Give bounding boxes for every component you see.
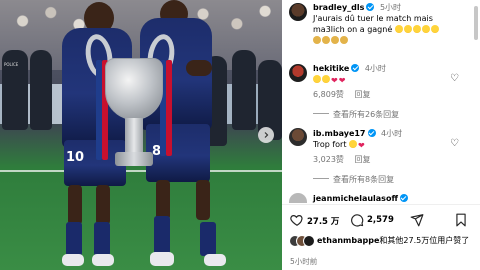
caption-header: bradley_dls 5小时 — [313, 3, 401, 13]
comment-username[interactable]: jeanmichelaulasoff — [313, 194, 398, 203]
laugh-emoji-icon — [412, 25, 421, 33]
player-right-shorts: 8 — [146, 124, 210, 182]
pitch-line — [0, 170, 282, 172]
view-replies-label: 查看所有26条回复 — [333, 110, 400, 119]
liked-by-text: ethanmbappe和其他27.5万位用户赞了 — [317, 236, 469, 246]
reply-button[interactable]: 回复 — [354, 90, 370, 99]
author-avatar[interactable] — [289, 3, 307, 21]
comment-1-meta: 6,809赞 回复 — [313, 90, 370, 100]
comment-count[interactable]: 2,579 — [367, 215, 394, 225]
scrollbar-thumb[interactable] — [474, 6, 478, 40]
laugh-emoji-icon — [313, 75, 321, 83]
player-shoe — [150, 252, 174, 266]
heart-emoji-icon: ❤ — [358, 141, 365, 150]
like-heart-icon[interactable] — [290, 213, 304, 227]
police-officer — [30, 50, 52, 130]
heart-emoji-icon: ❤ — [331, 76, 338, 85]
liked-by-rest: 和其他27.5万位用户赞了 — [379, 236, 470, 245]
comment-2-body: Trop fort ❤ — [313, 140, 366, 150]
player-shoe — [204, 254, 226, 266]
verified-icon — [367, 129, 376, 137]
like-count[interactable]: 27.5 万 — [307, 215, 339, 227]
emoji-icon — [313, 36, 321, 44]
player-leg — [68, 185, 82, 225]
comment-text: Trop fort — [313, 140, 347, 149]
comment-icon[interactable] — [350, 213, 364, 227]
comment-time: 4小时 — [381, 129, 403, 138]
comment-avatar[interactable] — [289, 64, 307, 82]
laugh-emoji-icon — [394, 25, 403, 33]
laugh-emoji-icon — [349, 140, 358, 148]
player-shoe — [92, 254, 114, 266]
player-arm — [186, 60, 212, 76]
post-photo[interactable]: POLICE 10 8 — [0, 0, 282, 270]
caption-line-2-text: ma3lich on a gagné — [313, 25, 393, 34]
comment-likes: 6,809赞 — [313, 90, 344, 99]
player-leg — [156, 180, 170, 220]
caption-line-2: ma3lich on a gagné — [313, 25, 440, 35]
emoji-icon — [340, 36, 348, 44]
player-leg — [196, 180, 210, 220]
player-sock — [94, 222, 110, 256]
heart-emoji-icon: ❤ — [338, 76, 346, 85]
liked-by-avatar — [303, 235, 315, 247]
police-officer: POLICE — [2, 50, 28, 130]
view-replies[interactable]: 查看所有8条回复 — [313, 175, 394, 185]
comment-time: 4小时 — [364, 64, 386, 73]
caption-line-3 — [313, 36, 349, 46]
jersey-number-left: 10 — [66, 150, 85, 165]
laugh-emoji-icon — [403, 25, 412, 33]
comment-2-header: ib.mbaye17 4小时 — [313, 129, 402, 139]
chevron-right-icon — [264, 132, 269, 138]
verified-icon — [351, 64, 360, 72]
comment-2-meta: 3,023赞 回复 — [313, 155, 370, 165]
comments-panel: bradley_dls 5小时 J'aurais dû tuer le matc… — [282, 0, 480, 270]
emoji-icon — [331, 36, 339, 44]
liked-by-user[interactable]: ethanmbappe — [317, 236, 379, 245]
police-label: POLICE — [4, 62, 19, 67]
trophy-base — [115, 152, 153, 166]
verified-icon — [366, 3, 375, 11]
post-timestamp: 5小时前 — [290, 257, 318, 266]
comment-3-header: jeanmichelaulasoff — [313, 194, 408, 204]
comment-like-icon[interactable]: ♡ — [450, 139, 459, 149]
divider — [282, 204, 480, 205]
player-shoe — [62, 254, 84, 266]
comment-1-header: hekitike 4小时 — [313, 64, 386, 74]
police-officer — [232, 50, 256, 130]
comment-username[interactable]: hekitike — [313, 64, 349, 73]
player-sock — [66, 222, 82, 256]
comment-1-body: ❤❤ — [313, 75, 346, 85]
bookmark-icon[interactable] — [454, 213, 468, 227]
emoji-icon — [322, 36, 330, 44]
comment-avatar[interactable] — [289, 193, 307, 203]
verified-icon — [399, 194, 408, 202]
player-sock — [154, 216, 170, 254]
post-time: 5小时 — [379, 3, 402, 12]
view-replies-label: 查看所有8条回复 — [333, 175, 395, 184]
comment-avatar[interactable] — [289, 128, 307, 146]
author-username[interactable]: bradley_dls — [313, 3, 364, 12]
reply-button[interactable]: 回复 — [354, 155, 370, 164]
caption-line-1: J'aurais dû tuer le match mais — [313, 14, 433, 23]
carousel-next-button[interactable] — [258, 127, 274, 143]
champions-league-trophy — [105, 58, 163, 120]
share-icon[interactable] — [410, 213, 424, 227]
comment-username[interactable]: ib.mbaye17 — [313, 129, 366, 138]
comment-like-icon[interactable]: ♡ — [450, 74, 459, 84]
replies-line — [313, 178, 329, 179]
laugh-emoji-icon — [421, 25, 430, 33]
replies-line — [313, 113, 329, 114]
laugh-emoji-icon — [322, 75, 330, 83]
comment-likes: 3,023赞 — [313, 155, 344, 164]
view-replies[interactable]: 查看所有26条回复 — [313, 110, 399, 120]
player-sock — [200, 222, 216, 256]
laugh-emoji-icon — [430, 25, 439, 33]
player-leg — [96, 185, 110, 225]
trophy-ribbon — [166, 60, 172, 156]
